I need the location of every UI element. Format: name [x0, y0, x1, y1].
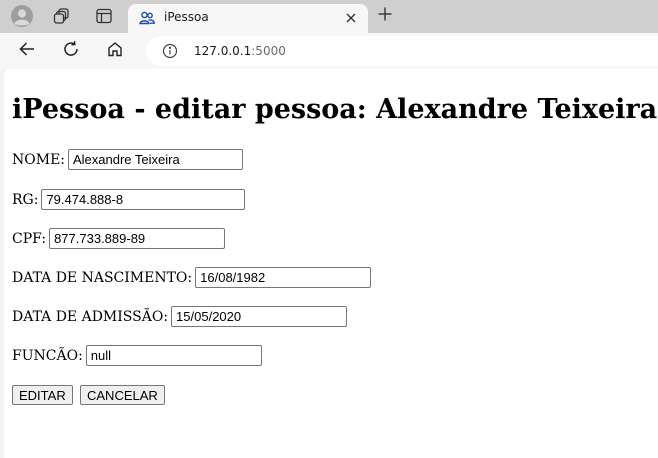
field-data-admissao: DATA DE ADMISSÃO: [12, 306, 348, 327]
info-icon[interactable] [162, 43, 178, 59]
back-button[interactable] [14, 38, 40, 64]
field-rg: RG: [12, 189, 246, 210]
nome-input[interactable] [68, 149, 243, 170]
refresh-button[interactable] [58, 38, 84, 64]
cancel-button[interactable]: CANCELAR [80, 385, 165, 405]
page-viewport: iPessoa - editar pessoa: Alexandre Teixe… [4, 69, 658, 458]
workspaces-icon[interactable] [48, 4, 76, 28]
address-bar[interactable]: 127.0.0.1:5000 [146, 36, 658, 66]
field-nome: NOME: [12, 149, 243, 170]
home-icon [106, 40, 124, 62]
refresh-icon [62, 40, 80, 62]
field-label: CPF: [12, 230, 47, 247]
tab-strip: iPessoa [0, 0, 658, 33]
tab-actions-icon[interactable] [90, 4, 118, 28]
edit-button[interactable]: EDITAR [12, 385, 73, 405]
tab-title: iPessoa [164, 10, 209, 24]
toolbar: 127.0.0.1:5000 [0, 33, 658, 69]
tab-ipessoa[interactable]: iPessoa [128, 4, 368, 33]
new-tab-button[interactable] [373, 4, 397, 28]
cpf-input[interactable] [49, 228, 226, 249]
home-button[interactable] [102, 38, 128, 64]
field-label: FUNCÃO: [12, 347, 83, 364]
funcao-input[interactable] [85, 345, 262, 366]
people-icon [138, 9, 156, 27]
rg-input[interactable] [41, 189, 246, 210]
url-port: :5000 [251, 44, 286, 58]
close-icon[interactable] [342, 9, 360, 27]
data-nascimento-input[interactable] [195, 267, 372, 288]
url-text[interactable]: 127.0.0.1:5000 [194, 44, 286, 58]
field-label: RG: [12, 191, 39, 208]
field-label: DATA DE NASCIMENTO: [12, 269, 193, 286]
field-data-nascimento: DATA DE NASCIMENTO: [12, 267, 372, 288]
plus-icon [377, 6, 393, 26]
url-host: 127.0.0.1 [194, 44, 252, 58]
field-cpf: CPF: [12, 228, 226, 249]
back-arrow-icon [18, 40, 36, 62]
page-title: iPessoa - editar pessoa: Alexandre Teixe… [12, 94, 658, 125]
field-label: NOME: [12, 151, 65, 168]
field-funcao: FUNCÃO: [12, 345, 262, 366]
data-admissao-input[interactable] [171, 306, 348, 327]
field-label: DATA DE ADMISSÃO: [12, 308, 169, 325]
profile-icon[interactable] [8, 4, 36, 28]
